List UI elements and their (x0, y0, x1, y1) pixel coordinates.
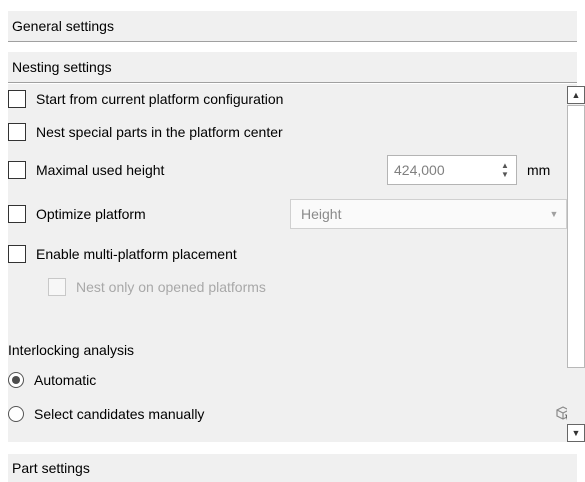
spin-arrows-icon[interactable]: ▲ ▼ (494, 156, 516, 184)
max-used-height-checkbox[interactable] (8, 161, 26, 179)
nest-only-opened-option: Nest only on opened platforms (48, 278, 266, 296)
start-from-current-label: Start from current platform configuratio… (36, 91, 284, 107)
optimize-platform-select[interactable]: Height ▼ (290, 199, 567, 229)
triangle-up-icon[interactable]: ▲ (567, 86, 585, 104)
nesting-settings-header[interactable]: Nesting settings (8, 52, 577, 83)
nesting-settings-panel: Start from current platform configuratio… (8, 84, 585, 442)
general-settings-label: General settings (12, 18, 114, 34)
nest-only-opened-checkbox (48, 278, 66, 296)
scrollbar-thumb[interactable] (567, 105, 585, 368)
max-used-height-option[interactable]: Maximal used height (8, 161, 164, 179)
triangle-down-icon[interactable]: ▼ (567, 424, 585, 442)
nest-special-center-option[interactable]: Nest special parts in the platform cente… (8, 123, 283, 141)
part-settings-header[interactable]: Part settings (8, 454, 577, 482)
general-settings-header[interactable]: General settings (8, 11, 577, 42)
automatic-radio[interactable] (8, 372, 24, 388)
nest-only-opened-label: Nest only on opened platforms (76, 279, 266, 295)
automatic-label: Automatic (34, 372, 97, 388)
manual-radio[interactable] (8, 406, 24, 422)
automatic-option[interactable]: Automatic (8, 372, 96, 388)
max-height-spinbox[interactable]: 424,000 ▲ ▼ (387, 155, 517, 185)
start-from-current-checkbox[interactable] (8, 90, 26, 108)
multi-platform-option[interactable]: Enable multi-platform placement (8, 245, 237, 263)
nesting-settings-label: Nesting settings (12, 59, 112, 75)
max-height-unit: mm (527, 162, 551, 178)
start-from-current-option[interactable]: Start from current platform configuratio… (8, 90, 283, 108)
manual-option[interactable]: Select candidates manually (8, 406, 204, 422)
max-used-height-label: Maximal used height (36, 162, 165, 178)
manual-label: Select candidates manually (34, 406, 205, 422)
optimize-platform-checkbox[interactable] (8, 205, 26, 223)
nest-special-center-checkbox[interactable] (8, 123, 26, 141)
max-height-value[interactable]: 424,000 (388, 162, 494, 178)
panel-scrollbar[interactable]: ▲ ▼ (567, 86, 585, 442)
multi-platform-checkbox[interactable] (8, 245, 26, 263)
interlocking-heading: Interlocking analysis (8, 342, 135, 358)
optimize-platform-option[interactable]: Optimize platform (8, 205, 146, 223)
nest-special-center-label: Nest special parts in the platform cente… (36, 124, 283, 140)
part-settings-label: Part settings (12, 460, 90, 476)
optimize-platform-label: Optimize platform (36, 206, 146, 222)
optimize-platform-value: Height (301, 206, 342, 222)
chevron-down-icon[interactable]: ▼ (542, 209, 566, 219)
multi-platform-label: Enable multi-platform placement (36, 246, 237, 262)
